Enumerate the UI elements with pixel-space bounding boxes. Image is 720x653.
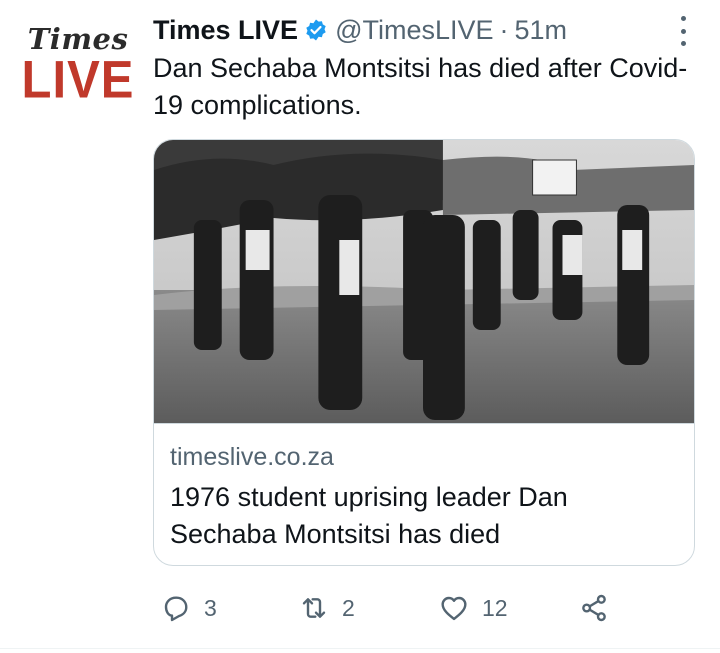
author-name[interactable]: Times LIVE bbox=[153, 15, 298, 46]
card-title: 1976 student uprising leader Dan Sechaba… bbox=[170, 482, 568, 549]
tweet-divider bbox=[0, 648, 720, 649]
retweet-button[interactable]: 2 bbox=[298, 588, 355, 628]
separator-dot: · bbox=[499, 14, 509, 45]
more-dot bbox=[680, 16, 686, 21]
more-icon[interactable] bbox=[678, 16, 688, 46]
tweet-actions: 3 2 12 bbox=[0, 588, 720, 628]
card-domain: timeslive.co.za bbox=[170, 443, 334, 471]
avatar[interactable]: Times LIVE bbox=[22, 20, 134, 120]
tweet[interactable]: Times LIVE Times LIVE @TimesLIVE · 51m D… bbox=[0, 0, 720, 653]
tweet-header: Times LIVE @TimesLIVE · 51m bbox=[153, 12, 567, 48]
share-button[interactable] bbox=[578, 588, 610, 628]
like-icon bbox=[441, 596, 467, 621]
like-button[interactable]: 12 bbox=[438, 588, 508, 628]
reply-button[interactable]: 3 bbox=[160, 588, 217, 628]
more-dot bbox=[680, 41, 686, 46]
tweet-text: Dan Sechaba Montsitsi has died after Cov… bbox=[153, 53, 688, 120]
like-count: 12 bbox=[482, 594, 508, 621]
reply-icon bbox=[164, 596, 188, 622]
author-handle[interactable]: @TimesLIVE bbox=[335, 15, 493, 46]
link-card[interactable]: timeslive.co.za 1976 student uprising le… bbox=[153, 139, 695, 566]
avatar-logo-live: LIVE bbox=[21, 50, 135, 110]
more-dot bbox=[680, 28, 686, 34]
tweet-timestamp[interactable]: 51m bbox=[515, 15, 568, 46]
share-icon bbox=[582, 594, 606, 622]
card-photo bbox=[154, 140, 694, 424]
verified-badge-icon bbox=[304, 18, 328, 42]
retweet-count: 2 bbox=[342, 594, 355, 621]
retweet-icon bbox=[302, 598, 326, 618]
reply-count: 3 bbox=[204, 594, 217, 621]
